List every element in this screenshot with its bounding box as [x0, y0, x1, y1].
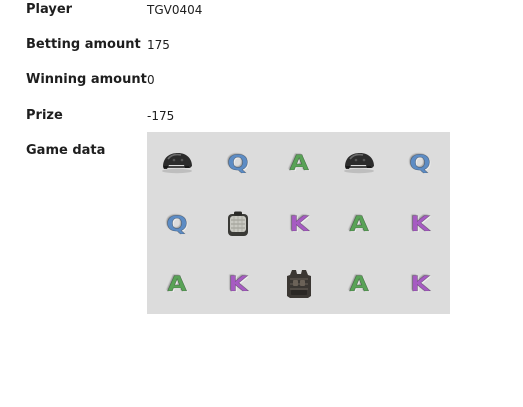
reel-cell: K	[269, 194, 329, 254]
k-symbol: K	[228, 271, 248, 296]
q-symbol: Q	[227, 150, 249, 175]
reel-cell: A	[329, 194, 389, 254]
reel-cell: A	[269, 133, 329, 193]
reel-cell: A	[329, 254, 389, 314]
reel-cell: Q	[390, 133, 450, 193]
reel-cell	[147, 133, 207, 193]
prize-label: Prize	[26, 108, 63, 123]
reel-cell: K	[208, 254, 268, 314]
k-symbol: K	[410, 211, 430, 236]
prize-row: Prize -175	[0, 106, 523, 126]
reel-cell: K	[390, 254, 450, 314]
reel-cell: Q	[208, 133, 268, 193]
betting-amount-label: Betting amount	[26, 37, 141, 52]
a-symbol: A	[167, 271, 187, 296]
k-symbol: K	[289, 211, 309, 236]
prize-value: -175	[147, 109, 175, 123]
winning-amount-value: 0	[147, 73, 155, 87]
betting-amount-row: Betting amount 175	[0, 35, 523, 55]
backpack-icon	[224, 210, 252, 238]
slot-reel-grid: Q A Q Q K A K A K A K	[147, 132, 450, 314]
q-symbol: Q	[166, 211, 188, 236]
q-symbol: Q	[409, 150, 431, 175]
armor-vest-icon	[284, 268, 314, 300]
winning-amount-label: Winning amount	[26, 72, 147, 87]
reel-cell	[269, 254, 329, 314]
winning-amount-row: Winning amount 0	[0, 70, 523, 90]
player-label: Player	[26, 2, 73, 17]
reel-cell: K	[390, 194, 450, 254]
reel-cell	[208, 194, 268, 254]
helmet-icon	[160, 151, 194, 175]
reel-cell	[329, 133, 389, 193]
reel-cell: Q	[147, 194, 207, 254]
betting-amount-value: 175	[147, 38, 170, 52]
reel-cell: A	[147, 254, 207, 314]
k-symbol: K	[410, 271, 430, 296]
a-symbol: A	[349, 211, 369, 236]
a-symbol: A	[349, 271, 369, 296]
a-symbol: A	[289, 150, 309, 175]
game-data-label: Game data	[26, 143, 106, 158]
helmet-icon	[342, 151, 376, 175]
player-value: TGV0404	[147, 3, 203, 17]
player-row: Player TGV0404	[0, 0, 523, 20]
